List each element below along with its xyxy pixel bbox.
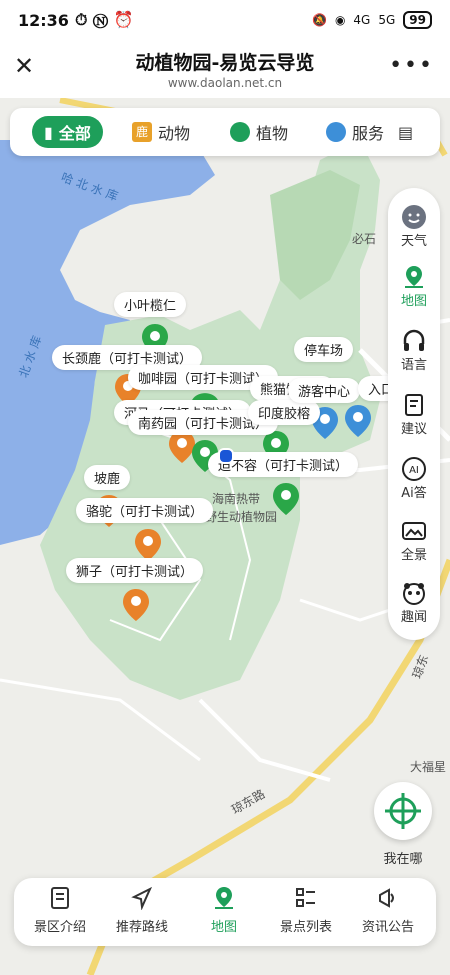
place-label-hainan: 海南热带	[212, 492, 261, 506]
map-pin-icon	[215, 887, 233, 909]
status-icons: ⏱ Ⓝ ⏰	[74, 10, 134, 29]
side-fun[interactable]: 趣闻	[388, 580, 440, 625]
map-pin-icon	[405, 266, 423, 288]
side-map[interactable]: 地图	[388, 264, 440, 309]
poi-label[interactable]: 游客中心	[288, 378, 361, 403]
nav-routes[interactable]: 推荐路线	[100, 886, 184, 935]
status-bar: 12:36 ⏱ Ⓝ ⏰ 🔕 ◉ 4G 5G 99	[0, 0, 450, 40]
place-label-bishi: 必石	[352, 232, 377, 246]
marker-animal[interactable]	[134, 528, 162, 562]
leaf-icon	[230, 122, 250, 142]
megaphone-icon	[379, 888, 394, 908]
svg-text:AI: AI	[409, 465, 419, 476]
map-canvas	[0, 98, 450, 975]
navigation-arrow-icon	[131, 886, 153, 910]
service-icon	[326, 122, 346, 142]
marker-service[interactable]	[344, 404, 372, 438]
mute-icon: 🔕	[311, 13, 327, 27]
bottom-nav: 景区介绍 推荐路线 地图 景点列表 资讯公告	[14, 878, 436, 946]
map-view[interactable]: 哈 北 水 库 北 水 库 必石 海南热带 野生动植物园 大福星 琼东路 琼东	[0, 98, 450, 975]
clock: 12:36	[18, 10, 69, 30]
note-icon	[405, 394, 423, 416]
signal-5g: 5G	[378, 13, 396, 27]
side-language[interactable]: 语言	[388, 328, 440, 373]
signal-4g: 4G	[353, 13, 371, 27]
locate-button[interactable]	[374, 782, 432, 840]
bookmark-icon: ▮	[44, 122, 53, 142]
title-bar: ✕ 动植物园-易览云导览 www.daolan.net.cn •••	[0, 40, 450, 98]
panorama-icon	[402, 522, 426, 540]
poi-label[interactable]: 停车场	[294, 337, 354, 362]
category-filter-bar: ▮ 全部 鹿 动物 植物 服务 ▤	[10, 108, 440, 156]
page-url: www.daolan.net.cn	[167, 76, 283, 90]
panda-icon	[403, 583, 425, 605]
filter-animal[interactable]: 鹿 动物	[132, 116, 190, 148]
current-location-dot	[218, 448, 234, 464]
nav-intro[interactable]: 景区介绍	[18, 886, 102, 935]
side-weather[interactable]: 天气	[388, 204, 440, 249]
marker-animal[interactable]	[122, 588, 150, 622]
poi-label[interactable]: 坡鹿	[84, 465, 131, 490]
wifi-icon: ◉	[334, 13, 346, 27]
nav-map[interactable]: 地图	[182, 886, 266, 935]
filter-all[interactable]: ▮ 全部	[32, 116, 103, 148]
side-toolbar: 天气 地图 语言 建议 AI Ai答 全景 趣闻	[388, 188, 440, 640]
deer-icon: 鹿	[132, 122, 152, 142]
poi-label[interactable]: 印度胶榕	[248, 400, 321, 425]
list-toggle-icon[interactable]: ▤	[398, 116, 413, 148]
locate-label: 我在哪	[383, 852, 423, 867]
more-menu-icon[interactable]: •••	[389, 55, 434, 77]
battery-indicator: 99	[403, 11, 432, 29]
side-panorama[interactable]: 全景	[388, 518, 440, 563]
filter-service[interactable]: 服务	[326, 116, 384, 148]
place-label-yesheng: 野生动植物园	[205, 510, 278, 524]
side-suggestion[interactable]: 建议	[388, 392, 440, 437]
list-icon	[296, 888, 315, 907]
nav-spot-list[interactable]: 景点列表	[264, 886, 348, 935]
headphones-icon	[403, 329, 425, 351]
page-title: 动植物园-易览云导览	[135, 52, 315, 74]
poi-label[interactable]: 狮子（可打卡测试）	[66, 558, 204, 583]
poi-label[interactable]: 骆驼（可打卡测试）	[76, 498, 214, 523]
crosshair-icon	[385, 793, 421, 829]
place-label-dafu: 大福星	[410, 760, 447, 774]
weather-icon	[402, 205, 426, 229]
ai-icon: AI	[402, 457, 426, 481]
document-icon	[51, 887, 69, 909]
marker-plant[interactable]	[272, 482, 300, 516]
poi-label[interactable]: 小叶榄仁	[114, 292, 187, 317]
side-ai[interactable]: AI Ai答	[388, 456, 440, 501]
nav-news[interactable]: 资讯公告	[346, 886, 430, 935]
filter-plant[interactable]: 植物	[230, 116, 288, 148]
